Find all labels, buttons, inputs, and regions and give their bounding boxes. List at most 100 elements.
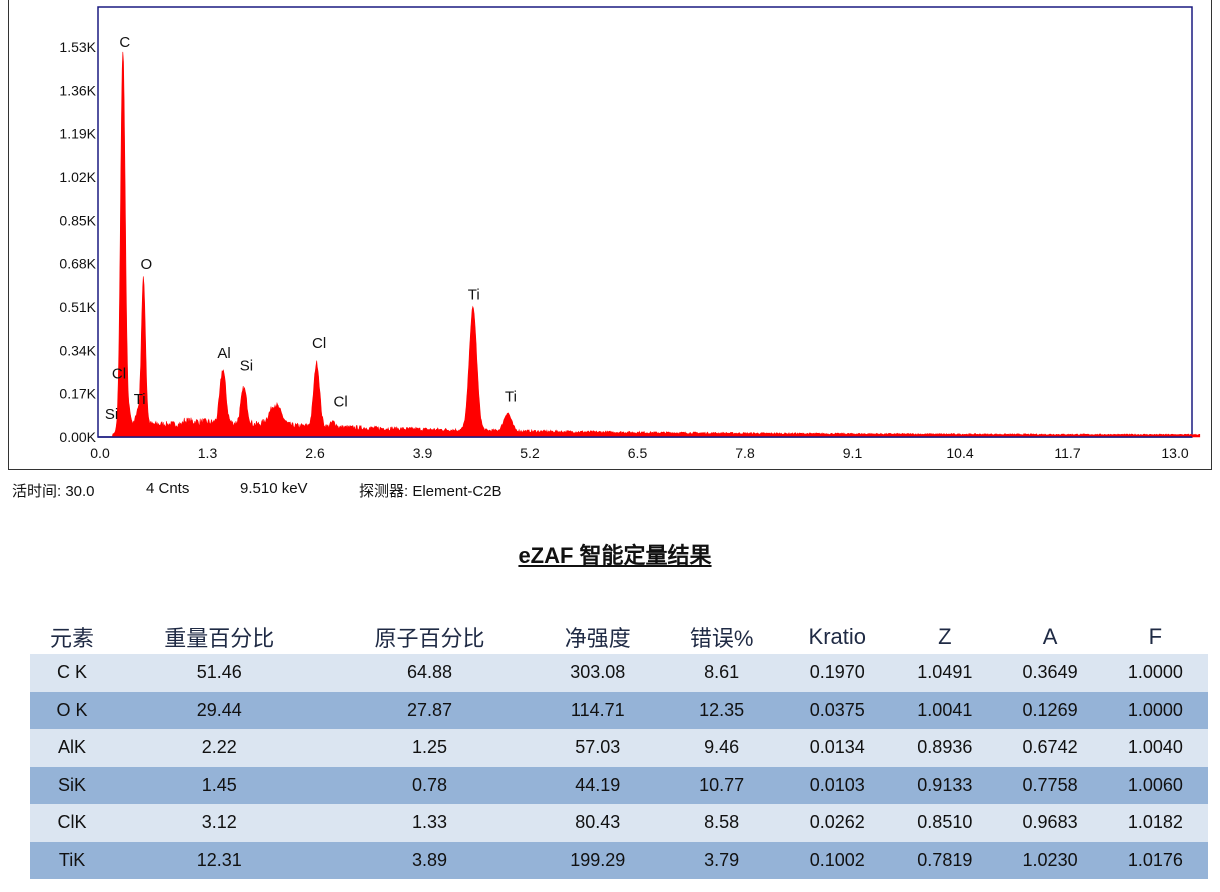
x-tick-label: 2.6 xyxy=(305,445,325,461)
table-row: SiK 1.45 0.78 44.19 10.77 0.0103 0.9133 0.7758 1… xyxy=(30,766,1208,804)
table-cell: 1.0040 xyxy=(1102,729,1208,767)
table-cell: 0.1269 xyxy=(997,691,1103,729)
table-cell: 0.1970 xyxy=(782,654,893,692)
y-tick-label: 1.19K xyxy=(59,126,96,142)
table-cell: 9.46 xyxy=(660,729,783,767)
table-cell: 1.0176 xyxy=(1102,841,1208,879)
table-cell: AlK xyxy=(30,729,115,767)
results-title: eZAF 智能定量结果 xyxy=(518,543,712,568)
table-cell: 29.44 xyxy=(114,691,325,729)
y-tick-label: 0.68K xyxy=(59,256,96,272)
x-tick-label: 0.0 xyxy=(90,445,110,461)
quant-results-table: 元素 重量百分比 原子百分比 净强度 错误% Kratio Z A F C K 51.46 64.8… xyxy=(30,620,1208,879)
table-cell: 44.19 xyxy=(534,766,661,804)
peak-label: Al xyxy=(217,345,230,362)
table-cell: 27.87 xyxy=(324,691,535,729)
peak-label: Cl xyxy=(312,335,326,352)
table-cell: 1.0230 xyxy=(997,841,1103,879)
table-cell: 0.78 xyxy=(324,766,535,804)
column-header: F xyxy=(1148,624,1163,649)
table-cell: 199.29 xyxy=(534,841,661,879)
peak-label: C xyxy=(119,34,130,51)
spectrum-chart: 0.00K 0.17K 0.34K 0.51K 0.68K 0.85K 1.02K 1.19K… xyxy=(59,6,1201,461)
column-header: 原子百分比 xyxy=(374,626,485,651)
table-cell: 0.9133 xyxy=(892,766,998,804)
column-header: Kratio xyxy=(808,624,867,649)
table-cell: 8.58 xyxy=(660,804,783,842)
column-header: A xyxy=(1042,624,1058,649)
peak-label: O xyxy=(140,256,152,273)
table-cell: 1.0000 xyxy=(1102,654,1208,692)
table-cell: ClK xyxy=(30,804,115,842)
x-tick-label: 5.2 xyxy=(520,445,540,461)
peak-label: Si xyxy=(105,406,118,423)
table-cell: 10.77 xyxy=(660,766,783,804)
table-cell: 1.0060 xyxy=(1102,766,1208,804)
y-tick-label: 0.17K xyxy=(59,386,96,402)
column-header: 元素 xyxy=(50,626,95,651)
table-cell: 0.1002 xyxy=(782,841,893,879)
table-cell: 8.61 xyxy=(660,654,783,692)
table-cell: 1.0182 xyxy=(1102,804,1208,842)
table-cell: 1.0041 xyxy=(892,691,998,729)
counts-readout: 4 Cnts xyxy=(146,480,190,497)
energy-readout: 9.510 keV xyxy=(240,480,308,497)
column-header: 重量百分比 xyxy=(164,626,275,651)
table-cell: 3.79 xyxy=(660,841,783,879)
x-tick-label: 1.3 xyxy=(198,445,218,461)
table-row: AlK 2.22 1.25 57.03 9.46 0.0134 0.8936 0.6742 1.… xyxy=(30,729,1208,767)
live-time: 活时间: 30.0 xyxy=(12,483,95,500)
table-cell: 0.8510 xyxy=(892,804,998,842)
table-cell: 303.08 xyxy=(534,654,661,692)
table-cell: 0.8936 xyxy=(892,729,998,767)
y-tick-label: 0.51K xyxy=(59,299,96,315)
table-row: TiK 12.31 3.89 199.29 3.79 0.1002 0.7819 1.0230… xyxy=(30,841,1208,879)
y-tick-label: 1.36K xyxy=(59,82,96,98)
x-tick-label: 7.8 xyxy=(735,445,755,461)
table-row: ClK 3.12 1.33 80.43 8.58 0.0262 0.8510 0.9683 1.… xyxy=(30,804,1208,842)
table-row: O K 29.44 27.87 114.71 12.35 0.0375 1.0041 0.12… xyxy=(30,691,1208,729)
y-tick-label: 1.02K xyxy=(59,169,96,185)
x-tick-label: 6.5 xyxy=(628,445,648,461)
x-tick-label: 9.1 xyxy=(843,445,863,461)
table-cell: 0.6742 xyxy=(997,729,1103,767)
table-cell: 0.0262 xyxy=(782,804,893,842)
peak-label: Cl xyxy=(112,365,126,382)
table-cell: 1.33 xyxy=(324,804,535,842)
table-cell: 3.89 xyxy=(324,841,535,879)
column-header: 错误% xyxy=(689,626,754,651)
table-cell: 1.45 xyxy=(114,766,325,804)
detector-label: 探测器: Element-C2B xyxy=(359,483,502,500)
column-header: Z xyxy=(938,624,952,649)
table-cell: 12.35 xyxy=(660,691,783,729)
peak-label: Ti xyxy=(134,391,146,408)
peak-label: Si xyxy=(240,358,253,375)
table-cell: 0.7758 xyxy=(997,766,1103,804)
table-cell: 1.0491 xyxy=(892,654,998,692)
table-cell: O K xyxy=(30,691,115,729)
table-cell: 64.88 xyxy=(324,654,535,692)
peak-label: Ti xyxy=(505,388,517,405)
table-cell: SiK xyxy=(30,766,115,804)
table-header: 元素 重量百分比 原子百分比 净强度 错误% Kratio Z A F xyxy=(30,620,1208,654)
table-cell: C K xyxy=(30,654,115,692)
table-cell: 1.25 xyxy=(324,729,535,767)
y-tick-label: 0.00K xyxy=(59,429,96,445)
table-cell: 0.0103 xyxy=(782,766,893,804)
peak-label: Cl xyxy=(334,393,348,410)
table-cell: 0.7819 xyxy=(892,841,998,879)
table-cell: 3.12 xyxy=(114,804,325,842)
x-tick-label: 11.7 xyxy=(1054,445,1080,461)
peak-label: Ti xyxy=(468,286,480,303)
table-cell: 12.31 xyxy=(114,841,325,879)
x-tick-label: 10.4 xyxy=(946,445,973,461)
table-cell: 57.03 xyxy=(534,729,661,767)
y-tick-label: 1.53K xyxy=(59,39,96,55)
table-cell: 0.0134 xyxy=(782,729,893,767)
plot-area xyxy=(97,6,1193,438)
y-tick-label: 0.34K xyxy=(59,342,96,358)
table-cell: TiK xyxy=(30,841,115,879)
column-header: 净强度 xyxy=(564,626,631,651)
spectrum-area xyxy=(108,51,1201,438)
table-cell: 2.22 xyxy=(114,729,325,767)
